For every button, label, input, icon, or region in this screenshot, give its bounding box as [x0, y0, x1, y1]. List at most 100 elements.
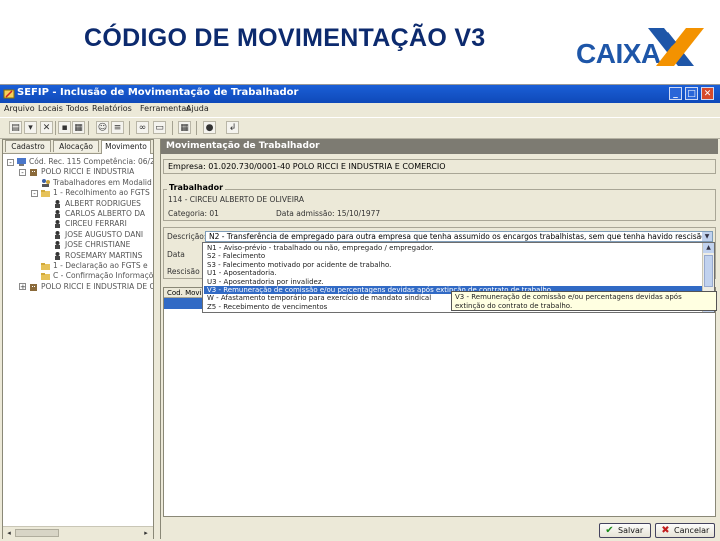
collapse-icon[interactable]: -: [31, 189, 38, 197]
tree-item-label: POLO RICCI E INDUSTRIA DE C: [41, 281, 153, 291]
scroll-up-icon[interactable]: ▲: [703, 243, 714, 253]
tree-item[interactable]: 1 - Declaração ao FGTS e: [41, 261, 153, 271]
navigation-pane: Cadastro Alocação Movimento Cód. Rec. 11…: [2, 139, 154, 539]
tree-item-label: JOSE AUGUSTO DANI: [65, 229, 144, 239]
tree-item[interactable]: POLO RICCI E INDUSTRIA: [29, 167, 153, 177]
new-document-icon[interactable]: ▤: [9, 121, 22, 134]
caixa-logo: CAIXA: [576, 24, 706, 72]
expand-icon[interactable]: +: [19, 283, 26, 291]
folder-icon: [41, 263, 50, 270]
tree-item-label: C - Confirmação Informaçõe: [53, 271, 153, 281]
action-bar: ✔ Salvar ✖ Cancelar: [161, 519, 720, 539]
tree-item-label: 1 - Recolhimento ao FGTS: [53, 188, 150, 198]
tree-item[interactable]: POLO RICCI E INDUSTRIA DE C: [29, 282, 153, 292]
tab-movimento[interactable]: Movimento: [101, 140, 151, 154]
dropdown-option[interactable]: N1 - Aviso-prévio - trabalhado ou não, e…: [204, 244, 702, 252]
document-icon[interactable]: ▭: [153, 121, 166, 134]
empresa-info: Empresa: 01.020.730/0001-40 POLO RICCI E…: [163, 159, 716, 174]
arrow-down-icon[interactable]: ▾: [24, 121, 37, 134]
dropdown-option[interactable]: U3 - Aposentadoria por invalidez.: [204, 278, 702, 286]
tree-item-label: JOSE CHRISTIANE: [65, 240, 131, 250]
help-icon[interactable]: ●: [203, 121, 216, 134]
trabalhador-name: 114 - CIRCEU ALBERTO DE OLIVEIRA: [168, 195, 304, 204]
person-icon: [55, 241, 60, 250]
trabalhador-group: Trabalhador 114 - CIRCEU ALBERTO DE OLIV…: [163, 183, 716, 221]
cancel-x-icon: ✖: [661, 525, 670, 536]
maximize-button[interactable]: □: [685, 87, 698, 100]
menu-arquivo[interactable]: Arquivo: [4, 104, 35, 113]
building-icon: [30, 283, 37, 291]
grid-view-icon[interactable]: ▦: [72, 121, 85, 134]
trabalhador-legend: Trabalhador: [167, 183, 226, 192]
person-icon: [55, 251, 60, 260]
computer-icon: [17, 158, 26, 166]
scroll-thumb[interactable]: [15, 529, 59, 537]
descricao-value: N2 - Transferência de empregado para out…: [209, 232, 712, 241]
cancel-button[interactable]: ✖ Cancelar: [655, 523, 715, 538]
window-title: SEFIP - Inclusão de Movimentação de Trab…: [17, 87, 299, 98]
chevron-down-icon[interactable]: ▼: [702, 232, 712, 241]
collapse-icon[interactable]: -: [19, 168, 26, 176]
tree-item[interactable]: JOSE AUGUSTO DANI: [53, 230, 153, 240]
tree-item[interactable]: JOSE CHRISTIANE: [53, 240, 153, 250]
grid-selected-row[interactable]: [164, 298, 206, 309]
tree-horizontal-scrollbar[interactable]: ◂ ▸: [3, 526, 153, 539]
folder-icon: [41, 190, 50, 198]
minimize-button[interactable]: _: [669, 87, 682, 100]
tree-item-label: ROSEMARY MARTINS: [65, 250, 143, 260]
person-icon: [55, 199, 60, 208]
tree-item-label: CARLOS ALBERTO DA: [65, 209, 146, 218]
tree-item[interactable]: CIRCEU FERRARI: [53, 219, 153, 229]
movement-grid: Cod. Movim.: [163, 287, 716, 517]
grid-icon[interactable]: ▦: [178, 121, 191, 134]
menu-relatorios[interactable]: Relatórios: [92, 104, 132, 113]
panel-header: Movimentação de Trabalhador: [161, 139, 718, 154]
scroll-left-icon[interactable]: ◂: [4, 528, 14, 538]
tree-item-label: Cód. Rec. 115 Competência: 06/2: [29, 157, 153, 166]
dropdown-option[interactable]: S2 - Falecimento: [204, 252, 702, 260]
tree-item[interactable]: Cód. Rec. 115 Competência: 06/2: [17, 157, 153, 167]
what-is-this-icon[interactable]: ↲: [226, 121, 239, 134]
worker-tree: Cód. Rec. 115 Competência: 06/2- POLO RIC…: [3, 155, 153, 525]
tree-item[interactable]: Trabalhadores em Modalid: [41, 178, 153, 188]
dropdown-option[interactable]: U1 - Aposentadoria.: [204, 269, 702, 277]
left-tabs: Cadastro Alocação Movimento: [3, 140, 153, 154]
cancel-label: Cancelar: [674, 526, 710, 535]
save-button[interactable]: ✔ Salvar: [599, 523, 651, 538]
sefip-app-icon: [3, 89, 15, 99]
menu-ferramentas[interactable]: Ferramentas: [140, 104, 190, 113]
descricao-combo[interactable]: N2 - Transferência de empregado para out…: [205, 231, 713, 242]
menu-ajuda[interactable]: Ajuda: [186, 104, 209, 113]
tree-item[interactable]: C - Confirmação Informaçõe: [41, 271, 153, 281]
dropdown-scroll-thumb[interactable]: [704, 255, 713, 287]
collapse-icon[interactable]: -: [7, 158, 14, 166]
binoculars-icon[interactable]: ∞: [136, 121, 149, 134]
delete-icon[interactable]: ✕: [40, 121, 53, 134]
slide-title: CÓDIGO DE MOVIMENTAÇÃO V3: [84, 24, 486, 52]
building-icon: [30, 169, 37, 177]
menu-todos[interactable]: Todos: [66, 104, 89, 113]
list-icon[interactable]: ≡: [111, 121, 124, 134]
worker-icon[interactable]: ☺: [96, 121, 109, 134]
window-titlebar[interactable]: SEFIP - Inclusão de Movimentação de Trab…: [0, 85, 720, 103]
tree-item[interactable]: CARLOS ALBERTO DA: [53, 209, 153, 219]
data-label: Data: [167, 250, 185, 259]
sefip-window: SEFIP - Inclusão de Movimentação de Trab…: [0, 84, 720, 541]
person-icon: [55, 220, 60, 229]
person-icon: [55, 230, 60, 239]
tab-alocacao[interactable]: Alocação: [53, 140, 99, 152]
view-toggle-icon[interactable]: ▪: [58, 121, 71, 134]
dropdown-option[interactable]: S3 - Falecimento motivado por acidente d…: [204, 261, 702, 269]
close-button[interactable]: ✕: [701, 87, 714, 100]
menubar: Arquivo Locais Todos Relatórios Ferramen…: [0, 103, 720, 116]
tree-item[interactable]: ALBERT RODRIGUES: [53, 199, 153, 209]
tab-cadastro[interactable]: Cadastro: [5, 140, 51, 152]
tree-item-label: Trabalhadores em Modalid: [53, 177, 152, 187]
menu-locais[interactable]: Locais: [38, 104, 63, 113]
code-tooltip: V3 - Remuneração de comissão e/ou percen…: [451, 291, 717, 311]
scroll-right-icon[interactable]: ▸: [141, 528, 151, 538]
tree-item[interactable]: 1 - Recolhimento ao FGTS: [41, 188, 153, 198]
tree-item[interactable]: ROSEMARY MARTINS: [53, 251, 153, 261]
movement-panel: Movimentação de Trabalhador Empresa: 01.…: [160, 139, 720, 539]
tree-item-label: CIRCEU FERRARI: [65, 219, 127, 229]
